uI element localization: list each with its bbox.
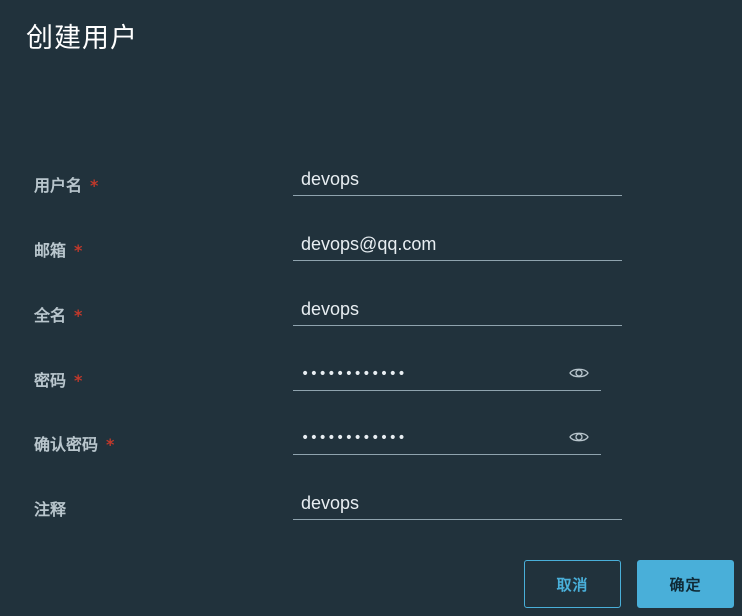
comment-input[interactable]: devops [293,486,622,520]
email-input[interactable]: devops@qq.com [293,227,622,261]
dialog-title: 创建用户 [26,23,138,54]
comment-value: devops [301,493,360,513]
password-label-text: 密码 [34,371,67,390]
fullname-input[interactable]: devops [293,292,622,326]
confirm-password-label: 确认密码 * [34,431,114,455]
comment-label: 注释 [34,496,66,520]
confirm-password-value: •••••••••••• [301,430,407,446]
required-mark: * [74,241,83,260]
required-mark: * [74,306,83,325]
email-label: 邮箱 * [34,237,82,261]
fullname-value: devops [301,299,360,319]
form-row-email: 邮箱 * devops@qq.com [0,227,742,267]
username-label: 用户名 * [34,172,98,196]
fullname-label: 全名 * [34,302,82,326]
comment-label-text: 注释 [34,500,67,519]
password-input[interactable]: •••••••••••• [293,357,601,391]
confirm-password-input[interactable]: •••••••••••• [293,421,601,455]
required-mark: * [106,435,115,454]
eye-icon[interactable] [569,366,589,380]
email-label-text: 邮箱 [34,241,67,260]
eye-icon[interactable] [569,430,589,444]
fullname-label-text: 全名 [34,306,67,325]
confirm-password-label-text: 确认密码 [34,435,99,454]
cancel-button[interactable]: 取消 [524,560,621,608]
username-label-text: 用户名 [34,176,83,195]
username-input[interactable]: devops [293,162,622,196]
form-row-username: 用户名 * devops [0,162,742,202]
required-mark: * [90,176,99,195]
form-row-password: 密码 * •••••••••••• [0,357,742,397]
email-value: devops@qq.com [301,234,437,254]
required-mark: * [74,371,83,390]
form-row-comment: 注释 devops [0,486,742,526]
ok-button[interactable]: 确定 [637,560,734,608]
password-value: •••••••••••• [301,366,407,382]
form-row-fullname: 全名 * devops [0,292,742,332]
username-value: devops [301,169,360,189]
password-label: 密码 * [34,367,82,391]
form-row-confirm-password: 确认密码 * •••••••••••• [0,421,742,461]
